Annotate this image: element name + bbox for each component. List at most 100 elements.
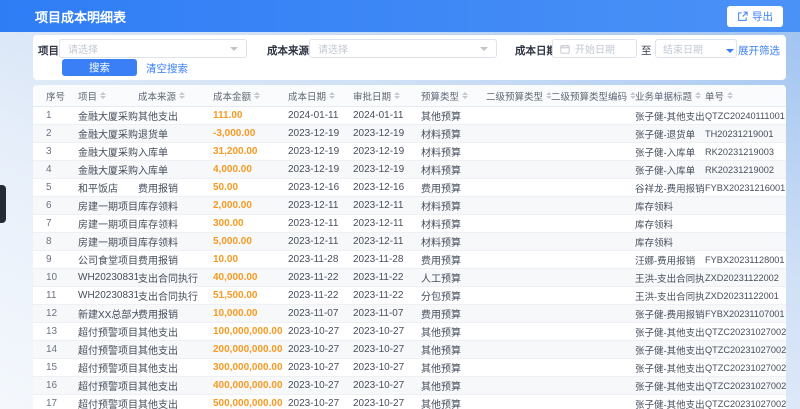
cell-index: 10 — [46, 272, 58, 283]
cell-index: 8 — [46, 236, 52, 247]
filter-panel: 项目 请选择 成本来源 请选择 成本日期 开始日期 至 结束日期 展开筛选 搜索… — [33, 35, 786, 80]
cell-cost_date: 2023-12-19 — [288, 128, 340, 139]
cell-cost_date: 2023-10-27 — [288, 398, 340, 409]
cell-doc_no: QTZC20231027002 — [705, 380, 786, 391]
cost-source-select-placeholder: 请选择 — [318, 45, 348, 56]
cell-approval_date: 2023-10-27 — [353, 362, 405, 373]
cell-approval_date: 2023-11-22 — [353, 290, 404, 301]
cell-budget_type: 分包预算 — [421, 292, 461, 303]
col-cost_date[interactable]: 成本日期 — [288, 89, 353, 103]
cell-cost_amount: 5,000.00 — [213, 236, 252, 247]
search-button[interactable]: 搜索 — [62, 59, 137, 76]
cell-cost_amount: 40,000.00 — [213, 272, 258, 283]
cell-doc_title: 张子健-其他支出 — [635, 363, 705, 375]
table-row: 5 和平饭店 费用报销 50.00 2023-12-16 2023-12-16 费用预算 谷祥… — [33, 179, 786, 197]
start-date-input[interactable]: 开始日期 — [552, 39, 637, 58]
cell-cost_amount: 400,000,000.00 — [213, 380, 283, 391]
sort-carets-icon[interactable] — [394, 92, 401, 99]
cell-project: 金融大厦采购项目 — [78, 148, 138, 159]
cell-budget_type: 费用预算 — [421, 184, 461, 195]
cell-doc_title: 张子健-其他支出 — [635, 111, 705, 123]
col-label: 二级预算类型编码 — [551, 91, 628, 103]
table-row: 10 WH20230831 支出合同执行 40,000.00 2023-11-22 202… — [33, 269, 786, 287]
cell-doc_title: 张子健-其他支出 — [635, 381, 705, 393]
cell-approval_date: 2023-11-22 — [353, 272, 404, 283]
export-icon — [738, 11, 748, 21]
col-cost_source[interactable]: 成本来源 — [138, 89, 213, 103]
sort-carets-icon[interactable] — [695, 92, 702, 99]
cell-doc_title: 库存领料 — [635, 237, 674, 249]
cell-cost_amount: 200,000,000.00 — [213, 344, 283, 355]
col-label: 预算类型 — [421, 91, 460, 103]
project-select[interactable]: 请选择 — [59, 39, 247, 58]
cost-table: 序号 项目 成本来源 成本金额 成本日期 审批日期 预算类型 二级预算类型 二级预算类型编码 业务… — [33, 85, 786, 409]
table-row: 11 WH20230831 支出合同执行 51,500.00 2023-11-22 202… — [33, 287, 786, 305]
expand-filters-link[interactable]: 展开筛选 — [726, 43, 780, 58]
col-cost_amount[interactable]: 成本金额 — [213, 89, 288, 103]
cell-doc_no: FYBX20231107001 — [705, 308, 785, 319]
cell-project: 金融大厦采购项目 — [78, 112, 138, 123]
sort-carets-icon[interactable] — [179, 92, 186, 99]
sort-carets-icon[interactable] — [329, 92, 336, 99]
cell-doc_title: 张子健-其他支出 — [635, 327, 705, 339]
cell-approval_date: 2023-10-27 — [353, 398, 405, 409]
cell-cost_date: 2023-12-11 — [288, 200, 339, 211]
sort-carets-icon[interactable] — [727, 92, 734, 99]
table-body: 1金融大厦采购项目其他支出111.002024-01-112024-01-11其… — [33, 107, 786, 409]
cell-doc_no: RK20231219003 — [705, 146, 774, 157]
sort-carets-icon[interactable] — [462, 92, 469, 99]
sort-carets-icon[interactable] — [254, 92, 261, 99]
cell-cost_date: 2023-11-22 — [288, 290, 339, 301]
col-label: 成本来源 — [138, 91, 177, 103]
col-approval_date[interactable]: 审批日期 — [353, 89, 421, 103]
project-select-placeholder: 请选择 — [68, 45, 98, 56]
cell-project: 房建一期项目 — [78, 220, 138, 231]
col-project[interactable]: 项目 — [78, 89, 138, 103]
cell-budget_type: 其他预算 — [421, 382, 461, 393]
cell-cost_amount: 500,000,000.00 — [213, 398, 283, 409]
cell-project: 超付预警项目 — [78, 400, 138, 409]
cell-cost_source: 库存领料 — [138, 238, 178, 249]
cell-budget_type: 材料预算 — [421, 130, 461, 141]
col-label: 项目 — [78, 91, 98, 103]
cell-project: 新建XX总部大厦工程二期 — [78, 310, 138, 321]
cell-index: 1 — [46, 110, 52, 121]
col-sub_budget_type[interactable]: 二级预算类型 — [486, 89, 551, 103]
cell-index: 14 — [46, 344, 58, 355]
cell-index: 4 — [46, 164, 52, 175]
cell-cost_date: 2023-12-11 — [288, 218, 339, 229]
cell-project: 金融大厦采购项目 — [78, 166, 138, 177]
cell-cost_amount: 10,000.00 — [213, 308, 258, 319]
cell-cost_source: 库存领料 — [138, 202, 178, 213]
cell-cost_source: 库存领料 — [138, 220, 178, 231]
cell-cost_date: 2023-10-27 — [288, 326, 340, 337]
col-doc_no[interactable]: 单号 — [705, 89, 786, 103]
cell-cost_date: 2023-10-27 — [288, 344, 340, 355]
sort-carets-icon[interactable] — [100, 92, 107, 99]
col-sub_budget_type_code[interactable]: 二级预算类型编码 — [551, 89, 635, 103]
table-row: 2 金融大厦采购项目退货单 -3,000.00 2023-12-19 2023-12-1… — [33, 125, 786, 143]
table-row: 14 超付预警项目 其他支出 200,000,000.00 2023-10-27 2023… — [33, 341, 786, 359]
cost-source-select[interactable]: 请选择 — [309, 39, 497, 58]
cell-project: 金融大厦采购项目 — [78, 130, 138, 141]
cell-cost_date: 2023-12-16 — [288, 182, 340, 193]
cell-doc_no: QTZC20231027002 — [705, 344, 786, 355]
cell-cost_source: 其他支出 — [138, 400, 178, 409]
side-drawer-handle[interactable] — [0, 185, 6, 223]
col-budget_type[interactable]: 预算类型 — [421, 89, 486, 103]
chevron-down-icon — [230, 46, 238, 51]
col-doc_title[interactable]: 业务单据标题 — [635, 89, 705, 103]
export-button[interactable]: 导出 — [727, 6, 783, 27]
cell-cost_source: 其他支出 — [138, 382, 178, 393]
table-row: 16 超付预警项目 其他支出 400,000,000.00 2023-10-27 2023… — [33, 377, 786, 395]
cell-index: 11 — [46, 290, 57, 301]
cell-approval_date: 2023-12-11 — [353, 200, 404, 211]
clear-search-button[interactable]: 清空搜索 — [146, 61, 188, 76]
cell-doc_title: 张子健-其他支出 — [635, 399, 705, 409]
cell-doc_no: ZXD20231122002 — [705, 272, 779, 283]
project-filter-label: 项目 — [38, 45, 59, 57]
table-row: 3 金融大厦采购项目入库单 31,200.00 2023-12-19 2023-12-1… — [33, 143, 786, 161]
cell-project: WH20230831 — [78, 290, 138, 301]
end-date-input[interactable]: 结束日期 — [655, 39, 737, 58]
cell-cost_amount: 111.00 — [213, 110, 243, 121]
